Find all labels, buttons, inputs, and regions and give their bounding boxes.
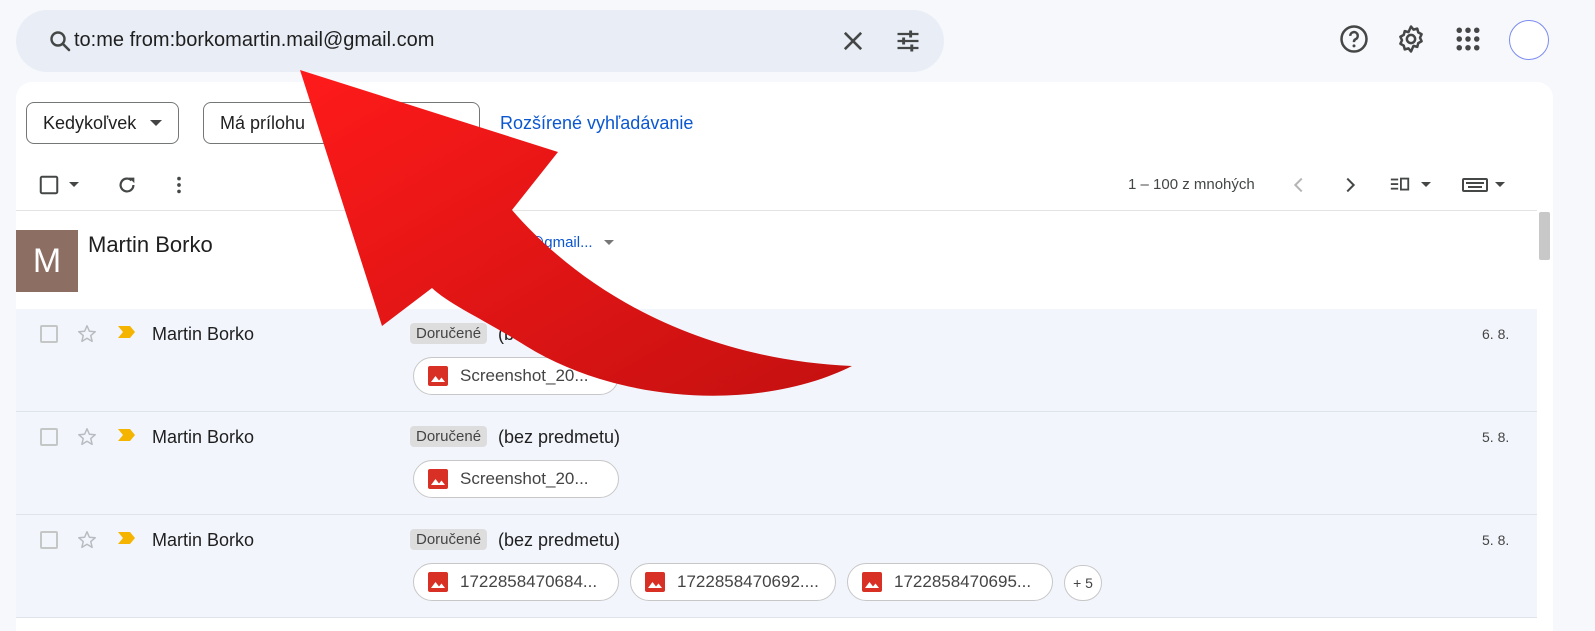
- subject: (bez predmetu): [498, 427, 621, 447]
- checkbox-icon[interactable]: [40, 428, 58, 446]
- contact-email[interactable]: @gmail...: [529, 234, 593, 251]
- contact-name: Martin Borko: [88, 232, 213, 257]
- filter-chip-label: Kedykoľvek: [43, 112, 137, 133]
- inbox-label[interactable]: Doručené: [410, 529, 488, 550]
- attachment-chip[interactable]: 1722858470684...: [413, 563, 619, 601]
- chevron-left-icon[interactable]: [1288, 174, 1310, 196]
- refresh-icon[interactable]: [116, 174, 138, 196]
- attachment-chip[interactable]: 1722858470695...: [847, 563, 1053, 601]
- date: 6. 8.: [1482, 326, 1510, 342]
- attachment-name: 1722858470692....: [677, 572, 819, 591]
- search-icon[interactable]: [48, 29, 72, 53]
- apps-icon[interactable]: [1453, 24, 1483, 54]
- search-input[interactable]: to:me from:borkomartin.mail@gmail.com: [74, 29, 434, 52]
- attachment-chip[interactable]: Screenshot_20...: [413, 460, 619, 498]
- image-icon: [428, 366, 448, 386]
- image-icon: [645, 572, 665, 592]
- filter-chip-attachment[interactable]: Má prílohu: [203, 102, 480, 144]
- pager-text: 1 – 100 z mnohých: [1128, 176, 1255, 193]
- chevron-down-icon[interactable]: [1494, 180, 1506, 190]
- close-icon[interactable]: [839, 27, 867, 55]
- attachment-chip[interactable]: 1722858470692....: [630, 563, 836, 601]
- split-pane-icon[interactable]: [1389, 175, 1411, 195]
- date: 5. 8.: [1482, 532, 1510, 548]
- table-row[interactable]: Martin Borko Doručené (b 6. 8. Screensho…: [16, 309, 1537, 412]
- star-icon[interactable]: [76, 529, 98, 551]
- subject: (bez predmetu): [498, 530, 621, 550]
- attachment-chip[interactable]: Screenshot_20...: [413, 357, 619, 395]
- date: 5. 8.: [1482, 429, 1510, 445]
- scrollbar[interactable]: [1539, 212, 1550, 260]
- chevron-down-icon: [150, 120, 163, 126]
- table-row[interactable]: Martin Borko Doručené (bez predmetu) 5. …: [16, 412, 1537, 515]
- star-icon[interactable]: [76, 323, 98, 345]
- account-avatar[interactable]: [1509, 20, 1549, 60]
- inbox-label[interactable]: Doručené: [410, 323, 488, 344]
- chevron-down-icon[interactable]: [1420, 180, 1432, 190]
- filter-chip-label: Má prílohu: [220, 112, 306, 133]
- chevron-right-icon[interactable]: [1339, 174, 1361, 196]
- image-icon: [862, 572, 882, 592]
- contact-avatar: M: [16, 230, 78, 292]
- more-vert-icon[interactable]: [168, 174, 190, 196]
- attachment-name: 1722858470695...: [894, 572, 1032, 591]
- checkbox-icon[interactable]: [40, 531, 58, 549]
- checkbox-icon[interactable]: [38, 174, 60, 196]
- keyboard-icon[interactable]: [1462, 176, 1488, 194]
- divider: [16, 210, 1537, 211]
- chevron-down-icon[interactable]: [68, 180, 80, 190]
- filter-chip-time[interactable]: Kedykoľvek: [26, 102, 180, 144]
- subject: (b: [498, 324, 515, 344]
- attachment-name: 1722858470684...: [460, 572, 598, 591]
- advanced-search-link[interactable]: Rozšírené vyhľadávanie: [500, 113, 693, 134]
- tune-icon[interactable]: [894, 27, 922, 55]
- important-icon[interactable]: [118, 325, 136, 339]
- chevron-down-icon[interactable]: [604, 240, 614, 245]
- important-icon[interactable]: [118, 531, 136, 545]
- inbox-label[interactable]: Doručené: [410, 426, 488, 447]
- sender-name: Martin Borko: [152, 530, 255, 550]
- sender-name: Martin Borko: [152, 324, 255, 344]
- gear-icon[interactable]: [1396, 24, 1426, 54]
- image-icon: [428, 572, 448, 592]
- star-icon[interactable]: [76, 426, 98, 448]
- table-row[interactable]: Martin Borko Doručené (bez predmetu) 5. …: [16, 515, 1537, 618]
- search-bar[interactable]: to:me from:borkomartin.mail@gmail.com: [16, 10, 944, 72]
- sender-name: Martin Borko: [152, 427, 255, 447]
- help-icon[interactable]: [1339, 24, 1369, 54]
- mail-panel: Kedykoľvek Má prílohu Rozšírené vyhľadáv…: [16, 82, 1553, 631]
- checkbox-icon[interactable]: [40, 325, 58, 343]
- more-attachments-badge[interactable]: + 5: [1064, 565, 1102, 601]
- image-icon: [428, 469, 448, 489]
- attachment-name: Screenshot_20...: [460, 469, 589, 488]
- important-icon[interactable]: [118, 428, 136, 442]
- attachment-name: Screenshot_20...: [460, 366, 589, 385]
